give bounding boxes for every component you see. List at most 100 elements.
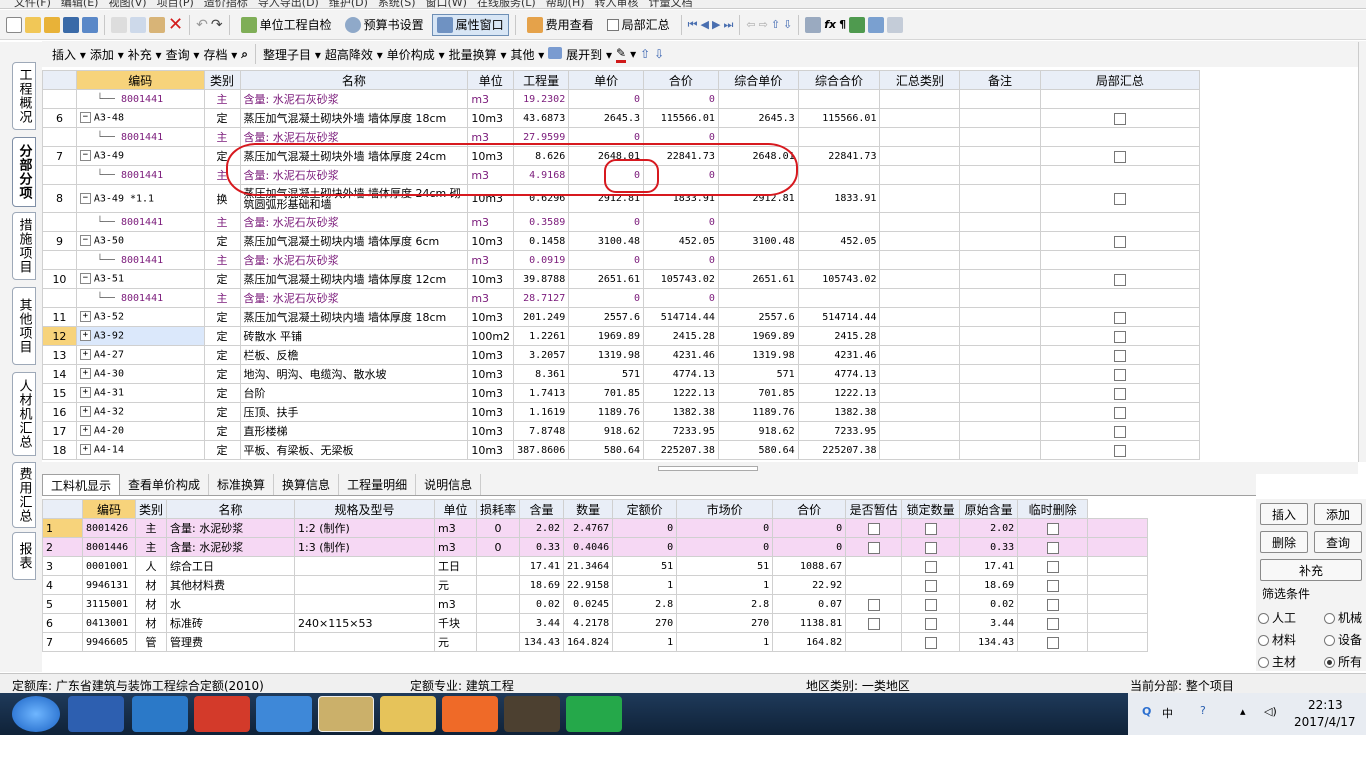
cell-summary-category[interactable]	[879, 231, 961, 251]
cell-remark[interactable]	[959, 165, 1041, 185]
cell-type[interactable]: 人	[134, 556, 168, 576]
radio-icon[interactable]	[1324, 613, 1335, 624]
cell-unit-price[interactable]: 701.85	[568, 383, 644, 403]
budget-settings-button[interactable]: 预算书设置	[340, 14, 429, 36]
cell-original-content[interactable]: 0.02	[959, 594, 1019, 614]
table-row[interactable]: 17 + A4-20 定直形楼梯 10m3 7.8748 918.62 7233.95 918.…	[42, 421, 1200, 441]
cell-type[interactable]: 主	[203, 288, 241, 308]
left-tab-3[interactable]: 其他项目	[12, 287, 36, 365]
radio-icon[interactable]	[1258, 635, 1269, 646]
row-number[interactable]: 16	[42, 402, 77, 422]
column-header[interactable]: 单价	[568, 70, 644, 90]
filter-option-4[interactable]: 主材	[1258, 653, 1296, 670]
row-number[interactable]: 15	[42, 383, 77, 403]
cell-lock-qty[interactable]	[901, 537, 961, 557]
cell-name[interactable]: 台阶	[239, 383, 469, 403]
row-number[interactable]: 13	[42, 345, 77, 365]
expand-icon[interactable]: +	[79, 425, 91, 437]
cell-total[interactable]: 225207.38	[643, 440, 719, 460]
cell-total[interactable]: 0	[643, 288, 719, 308]
batch-convert-menu[interactable]: 批量换算 ▾	[449, 46, 507, 63]
cell-market-price[interactable]: 2.8	[676, 594, 774, 614]
over-height-menu[interactable]: 超高降效 ▾	[325, 46, 383, 63]
cell-remark[interactable]	[959, 269, 1041, 289]
local-summary-toggle[interactable]: 局部汇总	[602, 14, 675, 36]
column-header[interactable]: 合价	[772, 499, 847, 519]
cell-composite-total[interactable]: 1222.13	[797, 383, 881, 403]
table-row[interactable]: 4 9946131 材其他材料费元 18.69 22.9158 1 1 22.92 18.69	[42, 575, 1149, 595]
cell-local-summary[interactable]	[1039, 231, 1200, 251]
property-window-button[interactable]: 属性窗口	[431, 13, 509, 36]
cell-name[interactable]: 水	[166, 594, 296, 614]
cell-summary-category[interactable]	[879, 127, 961, 147]
local-summary-checkbox[interactable]	[1113, 330, 1126, 343]
cell-unit-price[interactable]: 2557.6	[568, 307, 644, 327]
cell-filler[interactable]	[1087, 594, 1149, 614]
column-header[interactable]: 编码	[75, 70, 205, 90]
save-all-icon[interactable]	[82, 16, 98, 33]
row-number[interactable]: 3	[42, 556, 83, 576]
cell-unit[interactable]: m3	[434, 537, 478, 557]
table-row[interactable]: 12 + A3-92 定砖散水 平铺 100m2 1.2261 1969.89 2415.28…	[42, 326, 1200, 346]
row-number[interactable]: 14	[42, 364, 77, 384]
cell-market-price[interactable]: 1	[676, 575, 774, 595]
cell-lock-qty[interactable]	[901, 556, 961, 576]
menu-item[interactable]: 项目(P)	[157, 0, 194, 8]
cell-local-summary[interactable]	[1039, 165, 1200, 185]
table-row[interactable]: 14 + A4-30 定地沟、明沟、电缆沟、散水坡 10m3 8.361 571 4774.1…	[42, 364, 1200, 384]
row-number[interactable]: 4	[42, 575, 83, 595]
table-row[interactable]: 6− A3-48 定蒸压加气混凝土砌块外墙 墙体厚度 18cm 10m3 43.6873…	[42, 108, 1200, 128]
cell-total[interactable]: 22.92	[772, 575, 847, 595]
taskbar-app-cloud[interactable]	[132, 696, 188, 732]
cell-total[interactable]: 514714.44	[643, 307, 719, 327]
arrow-up-icon[interactable]: ⇧	[771, 18, 780, 31]
table-row[interactable]: 18 + A4-14 定平板、有梁板、无梁板 10m3 387.8606 580.64 225…	[42, 440, 1200, 460]
estimated-checkbox[interactable]	[867, 598, 880, 611]
cell-local-summary[interactable]	[1039, 383, 1200, 403]
cell-local-summary[interactable]	[1039, 212, 1200, 232]
left-tab-6[interactable]: 报表	[12, 532, 36, 580]
taskbar-app-netease[interactable]	[194, 696, 250, 732]
cell-filler[interactable]	[1087, 518, 1149, 538]
cell-temp-delete[interactable]	[1017, 518, 1089, 538]
cell-summary-category[interactable]	[879, 165, 961, 185]
row-number[interactable]: 1	[42, 518, 83, 538]
cell-market-price[interactable]: 0	[676, 518, 774, 538]
cell-composite-unit-price[interactable]: 571	[717, 364, 799, 384]
menu-item[interactable]: 计量文档	[649, 0, 693, 8]
cell-loss-rate[interactable]	[476, 632, 521, 652]
cell-total[interactable]: 0.07	[772, 594, 847, 614]
cell-original-content[interactable]: 17.41	[959, 556, 1019, 576]
start-button[interactable]	[12, 696, 60, 732]
table-row[interactable]: 5 3115001 材水 m3 0.02 0.0245 2.8 2.8 0.07 0.02	[42, 594, 1149, 614]
column-header[interactable]: 编码	[82, 499, 136, 519]
cell-local-summary[interactable]	[1039, 364, 1200, 384]
cell-summary-category[interactable]	[879, 108, 961, 128]
cell-total[interactable]: 7233.95	[643, 421, 719, 441]
cell-local-summary[interactable]	[1039, 127, 1200, 147]
cell-composite-unit-price[interactable]: 580.64	[717, 440, 799, 460]
cell-filler[interactable]	[1087, 575, 1149, 595]
cell-type[interactable]: 主	[203, 89, 241, 109]
cell-quota-price[interactable]: 0	[612, 518, 678, 538]
row-number[interactable]: 18	[42, 440, 77, 460]
column-header[interactable]: 备注	[959, 70, 1041, 90]
bottom-tab-5[interactable]: 说明信息	[416, 474, 482, 495]
cell-code[interactable]: └── 8001441	[75, 165, 205, 185]
cell-type[interactable]: 定	[203, 402, 241, 422]
cell-type[interactable]: 定	[203, 108, 241, 128]
column-header[interactable]: 工程量	[513, 70, 570, 90]
cell-remark[interactable]	[959, 440, 1041, 460]
cell-total[interactable]: 0	[643, 212, 719, 232]
cell-local-summary[interactable]	[1039, 326, 1200, 346]
cell-estimated[interactable]	[845, 537, 903, 557]
cell-unit[interactable]: m3	[467, 250, 515, 270]
row-number[interactable]: 7	[42, 146, 77, 166]
left-tab-4[interactable]: 人材机汇总	[12, 372, 36, 456]
radio-icon[interactable]	[1324, 657, 1335, 668]
cell-remark[interactable]	[959, 288, 1041, 308]
local-summary-checkbox[interactable]	[1113, 425, 1126, 438]
cell-estimated[interactable]	[845, 556, 903, 576]
cell-unit-price[interactable]: 1319.98	[568, 345, 644, 365]
resource-grid[interactable]: 编码 类别 名称 规格及型号 单位 损耗率 含量 数量 定额价 市场价 合价 是否暂估 锁定数量 原始含量…	[42, 499, 1256, 669]
